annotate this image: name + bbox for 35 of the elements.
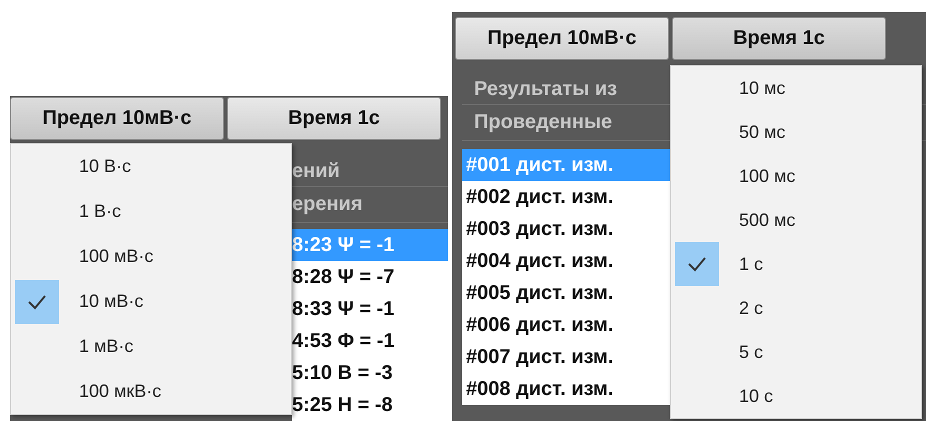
dropdown-button[interactable]: Предел 10мВ·с: [455, 17, 669, 60]
list-item[interactable]: 4:53 Φ = -1: [292, 325, 448, 357]
menu-item-label: 2 с: [739, 298, 764, 318]
menu-item[interactable]: 100 мкВ·с: [11, 369, 291, 414]
menu-item[interactable]: 10 мВ·с: [11, 279, 291, 324]
menu-item-label: 100 мкВ·с: [79, 381, 162, 402]
list-item[interactable]: 8:28 Ψ = -7: [292, 261, 448, 293]
menu-item[interactable]: 1 с: [671, 242, 921, 286]
dropdown-button[interactable]: Время 1с: [227, 97, 441, 140]
dropdown-button[interactable]: Время 1с: [672, 17, 886, 60]
menu-item[interactable]: 1 мВ·с: [11, 324, 291, 369]
menu-item-label: 10 с: [739, 386, 774, 406]
menu-item-label: 10 мс: [739, 78, 786, 98]
menu-item[interactable]: 2 с: [671, 286, 921, 330]
menu-item[interactable]: 10 В·с: [11, 144, 291, 189]
list-item[interactable]: 5:25 H = -8: [292, 389, 448, 421]
menu-item-label: 10 мВ·с: [79, 291, 144, 312]
menu-item[interactable]: 10 с: [671, 374, 921, 418]
menu-item-label: 500 мс: [739, 210, 796, 230]
menu-item-label: 1 мВ·с: [79, 336, 134, 357]
menu-item[interactable]: 500 мс: [671, 198, 921, 242]
menu-item[interactable]: 100 мс: [671, 154, 921, 198]
menu-item[interactable]: 100 мВ·с: [11, 234, 291, 279]
menu-item-label: 10 В·с: [79, 156, 132, 177]
dropdown-button[interactable]: Предел 10мВ·с: [10, 97, 224, 140]
menu-item-label: 5 с: [739, 342, 764, 362]
menu-item-label: 1 В·с: [79, 201, 122, 222]
menu-item[interactable]: 1 В·с: [11, 189, 291, 234]
list-item[interactable]: 5:10 B = -3: [292, 357, 448, 389]
menu-item[interactable]: 5 с: [671, 330, 921, 374]
menu-item-label: 1 с: [739, 254, 764, 274]
list-item[interactable]: 8:33 Ψ = -1: [292, 293, 448, 325]
menu-item-label: 50 мс: [739, 122, 786, 142]
menu-item-label: 100 мс: [739, 166, 796, 186]
menu-item-label: 100 мВ·с: [79, 246, 154, 267]
